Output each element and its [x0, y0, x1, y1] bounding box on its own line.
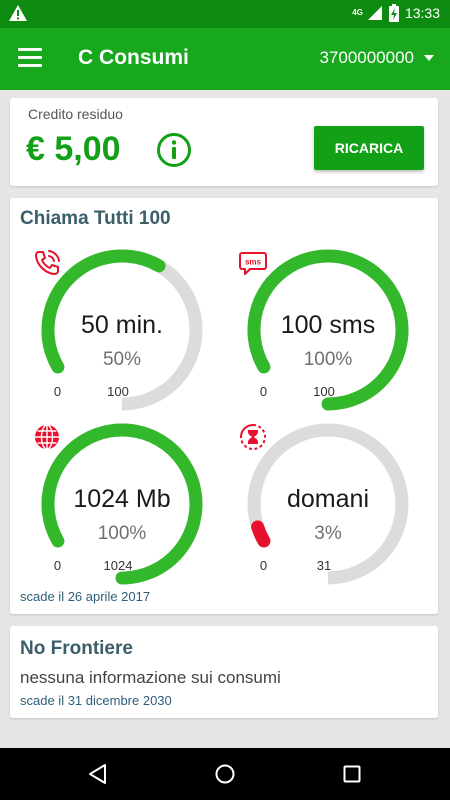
gauge-max: 100	[313, 384, 335, 399]
gauge-max: 1024	[103, 558, 133, 573]
app-bar: C Consumi 3700000000	[0, 28, 450, 90]
account-selector[interactable]: 3700000000	[319, 48, 434, 68]
home-icon[interactable]	[213, 762, 237, 786]
gauge-min: 0	[259, 558, 268, 573]
gauge-value: 1024 Mb	[73, 485, 171, 513]
plan-expiry: scade il 26 aprile 2017	[20, 589, 151, 604]
gauge-value: 50 min.	[81, 311, 163, 339]
gauge-expiry: domani 3% 0 31	[238, 422, 418, 592]
credit-value: € 5,00	[26, 130, 121, 168]
hourglass-icon	[240, 424, 266, 450]
gauge-min: 0	[53, 558, 62, 573]
menu-icon[interactable]	[18, 48, 42, 68]
signal-icon	[367, 6, 382, 20]
battery-charging-icon	[388, 4, 399, 22]
gauge-value: 100 sms	[280, 311, 376, 339]
plan-title: Chiama Tutti 100	[20, 208, 171, 229]
gauge-value: domani	[287, 485, 369, 513]
gauge-max: 100	[107, 384, 129, 399]
gauge-max: 31	[316, 558, 332, 573]
navigation-bar	[0, 748, 450, 800]
no-frontiere-card: No Frontiere nessuna informazione sui co…	[10, 626, 438, 718]
gauge-minutes: 50 min. 50% 0 100	[32, 248, 212, 418]
network-type: 4G	[352, 8, 363, 17]
recharge-button[interactable]: RICARICA	[314, 126, 424, 170]
recents-icon[interactable]	[340, 762, 364, 786]
credit-card: Credito residuo € 5,00 RICARICA	[10, 98, 438, 186]
no-frontiere-text: nessuna informazione sui consumi	[20, 668, 281, 687]
clock: 13:33	[404, 5, 440, 21]
gauge-min: 0	[53, 384, 62, 399]
gauge-percent: 100%	[303, 349, 353, 370]
account-number: 3700000000	[319, 48, 414, 67]
info-icon[interactable]	[156, 132, 192, 168]
svg-text:sms: sms	[245, 258, 262, 267]
status-bar: 4G 13:33	[0, 0, 450, 28]
gauge-percent: 3%	[314, 523, 342, 544]
gauge-percent: 100%	[97, 523, 147, 544]
no-frontiere-title: No Frontiere	[20, 638, 133, 659]
dropdown-caret-icon	[424, 55, 434, 61]
gauge-percent: 50%	[102, 349, 142, 370]
sms-icon: sms	[239, 252, 267, 275]
credit-label: Credito residuo	[28, 106, 123, 122]
back-icon[interactable]	[86, 762, 110, 786]
plan-card: Chiama Tutti 100 50 min. 50% 0 100 sms 1…	[10, 198, 438, 614]
globe-data-icon	[35, 424, 59, 450]
app-title: C Consumi	[78, 46, 189, 69]
warning-icon	[9, 5, 27, 21]
gauge-min: 0	[259, 384, 268, 399]
gauge-data: 1024 Mb 100% 0 1024	[32, 422, 212, 592]
gauge-sms: sms 100 sms 100% 0 100	[238, 248, 418, 418]
phone-call-icon	[35, 250, 60, 275]
no-frontiere-expiry: scade il 31 dicembre 2030	[20, 693, 172, 708]
